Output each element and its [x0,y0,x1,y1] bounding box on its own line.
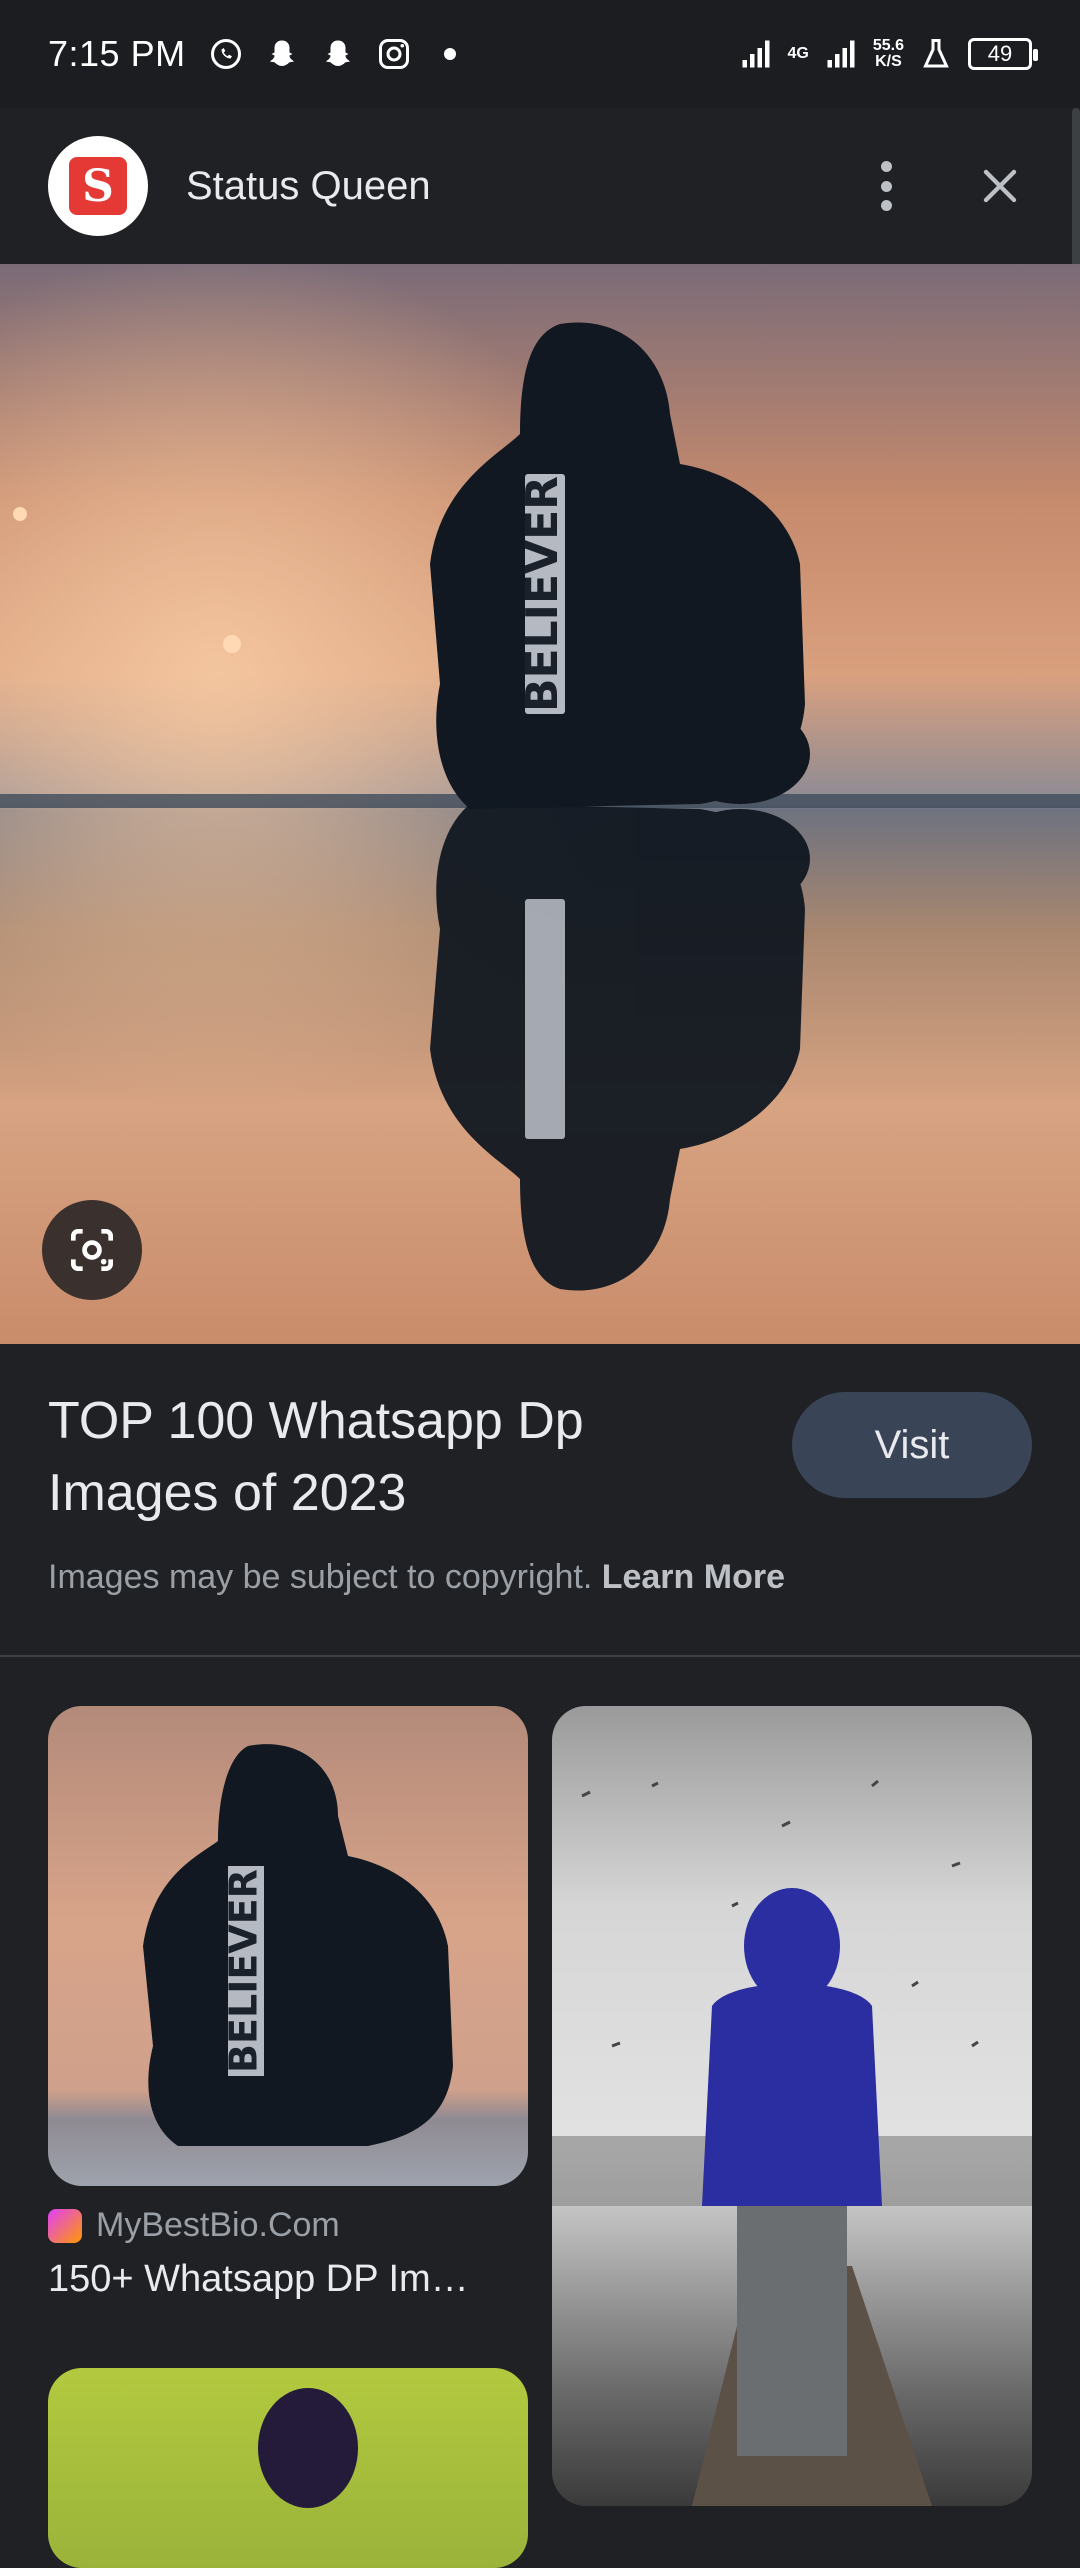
copyright-notice: Images may be subject to copyright. Lear… [48,1558,785,1596]
status-bar: 7:15 PM 4G 55.6 K/S 49 [0,0,1080,108]
google-lens-button[interactable] [42,1200,142,1300]
site-logo[interactable]: S [48,136,148,236]
close-icon[interactable] [976,162,1024,210]
snapchat-icon [269,40,294,66]
hooded-figure-partial-thumbnail [258,2388,358,2508]
lab-icon [923,39,949,68]
network-type: 4G [787,45,809,62]
image-title[interactable]: TOP 100 Whatsapp Dp Images of 2023 [48,1385,688,1529]
related-image-1[interactable]: BELIEVER [48,1706,528,2186]
header-actions [876,161,1024,211]
viewer-header: S Status Queen [0,108,1072,264]
jacket-text: BELIEVER [517,476,568,712]
source-favicon-icon [48,2208,82,2243]
related-image-2[interactable] [552,1706,1032,2506]
battery-icon: 49 [968,38,1038,70]
network-speed: 55.6 K/S [872,37,904,70]
learn-more-link[interactable]: Learn More [602,1558,785,1596]
instagram-icon [378,39,409,69]
blue-hoodie-pier-thumbnail [552,1779,1032,2506]
system-icons: 4G 55.6 K/S 49 [738,36,1038,72]
main-image[interactable]: BELIEVER [0,264,1080,1344]
more-options-icon[interactable] [876,161,896,211]
visit-button[interactable]: Visit [792,1392,1032,1498]
status-time: 7:15 PM [48,33,186,74]
whatsapp-icon [210,39,241,69]
snapchat-icon [325,40,350,66]
divider [0,1655,1080,1657]
notification-icons [208,36,468,72]
signal-icon [742,40,770,68]
related-caption[interactable]: 150+ Whatsapp DP Im… [48,2258,528,2301]
thumbnail-jacket-text: BELIEVER [222,1869,266,2073]
lens-icon [71,1229,113,1271]
site-name[interactable]: Status Queen [186,164,431,209]
hooded-figure-thumbnail: BELIEVER [143,1744,453,2146]
dot-icon [443,48,456,60]
signal-4g-icon [827,40,855,68]
related-image-3[interactable] [48,2368,528,2568]
hooded-figure-illustration: BELIEVER [0,264,1080,1344]
related-source[interactable]: MyBestBio.Com [48,2206,340,2245]
